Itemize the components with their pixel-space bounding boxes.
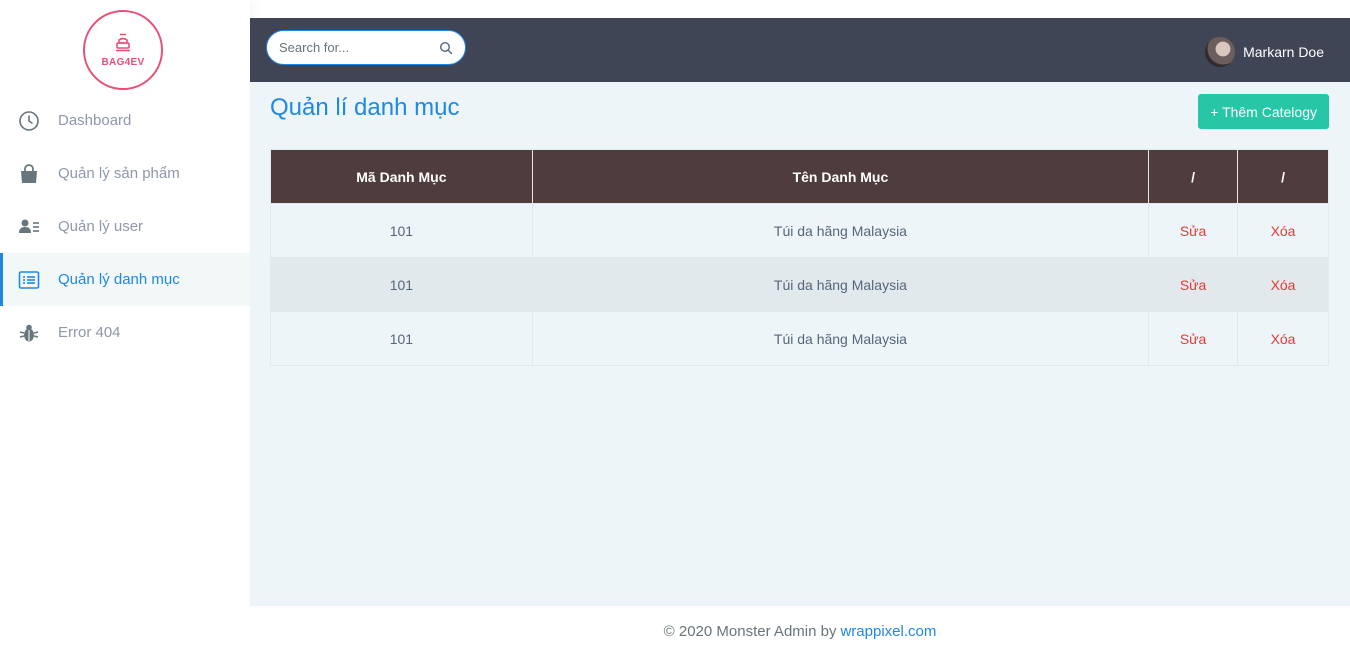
sidebar-item-dashboard[interactable]: Dashboard	[0, 94, 250, 147]
footer-text: © 2020 Monster Admin by	[663, 622, 837, 640]
avatar	[1205, 37, 1236, 67]
edit-link[interactable]: Sửa	[1148, 311, 1239, 366]
category-table: Mã Danh Mục Tên Danh Mục / / 101 Túi da …	[270, 149, 1329, 366]
search-box	[266, 30, 466, 65]
table-row: 101 Túi da hãng Malaysia Sửa Xóa	[270, 311, 1329, 366]
logo-text: BAG4EV	[101, 56, 145, 68]
delete-link[interactable]: Xóa	[1237, 257, 1329, 312]
column-header-name: Tên Danh Mục	[531, 149, 1150, 204]
column-header-delete: /	[1237, 149, 1329, 204]
cake-icon	[116, 33, 130, 51]
sidebar-nav: Dashboard Quản lý sản phẩm Quản lý user …	[0, 94, 250, 359]
sidebar-item-users[interactable]: Quản lý user	[0, 200, 250, 253]
category-id: 101	[270, 311, 533, 366]
sidebar-item-label: Quản lý sản phẩm	[58, 165, 180, 182]
category-id: 101	[270, 203, 533, 258]
bug-icon	[18, 322, 40, 344]
delete-link[interactable]: Xóa	[1237, 203, 1329, 258]
category-name: Túi da hãng Malaysia	[531, 257, 1150, 312]
user-list-icon	[18, 216, 40, 238]
page-title: Quản lí danh mục	[270, 94, 460, 121]
user-menu[interactable]: Markarn Doe	[1205, 37, 1324, 67]
brand-logo[interactable]: BAG4EV	[83, 10, 163, 90]
sidebar-item-label: Dashboard	[58, 112, 132, 129]
column-header-id: Mã Danh Mục	[270, 149, 533, 204]
clock-icon	[18, 110, 40, 132]
edit-link[interactable]: Sửa	[1148, 257, 1239, 312]
category-id: 101	[270, 257, 533, 312]
shopping-bag-icon	[18, 163, 40, 185]
sidebar-item-label: Error 404	[58, 324, 121, 341]
table-row: 101 Túi da hãng Malaysia Sửa Xóa	[270, 203, 1329, 258]
footer-link[interactable]: wrappixel.com	[840, 623, 936, 640]
sidebar: BAG4EV Dashboard Quản lý sản phẩm Quản l…	[0, 0, 250, 656]
user-name: Markarn Doe	[1243, 44, 1324, 60]
category-name: Túi da hãng Malaysia	[531, 311, 1150, 366]
sidebar-item-products[interactable]: Quản lý sản phẩm	[0, 147, 250, 200]
search-input[interactable]	[279, 40, 429, 55]
sidebar-item-label: Quản lý danh mục	[58, 271, 180, 288]
main-content: Quản lí danh mục + Thêm Catelogy Mã Danh…	[250, 82, 1350, 606]
edit-link[interactable]: Sửa	[1148, 203, 1239, 258]
list-icon	[18, 269, 40, 291]
table-row: 101 Túi da hãng Malaysia Sửa Xóa	[270, 257, 1329, 312]
add-category-button[interactable]: + Thêm Catelogy	[1198, 94, 1329, 129]
sidebar-item-error-404[interactable]: Error 404	[0, 306, 250, 359]
topbar: Markarn Doe	[250, 18, 1350, 82]
sidebar-item-categories[interactable]: Quản lý danh mục	[0, 253, 250, 306]
sidebar-item-label: Quản lý user	[58, 218, 144, 235]
table-header-row: Mã Danh Mục Tên Danh Mục / /	[270, 149, 1329, 204]
category-name: Túi da hãng Malaysia	[531, 203, 1150, 258]
delete-link[interactable]: Xóa	[1237, 311, 1329, 366]
search-icon[interactable]	[439, 41, 453, 55]
column-header-edit: /	[1148, 149, 1239, 204]
footer: © 2020 Monster Admin by wrappixel.com	[250, 606, 1350, 656]
